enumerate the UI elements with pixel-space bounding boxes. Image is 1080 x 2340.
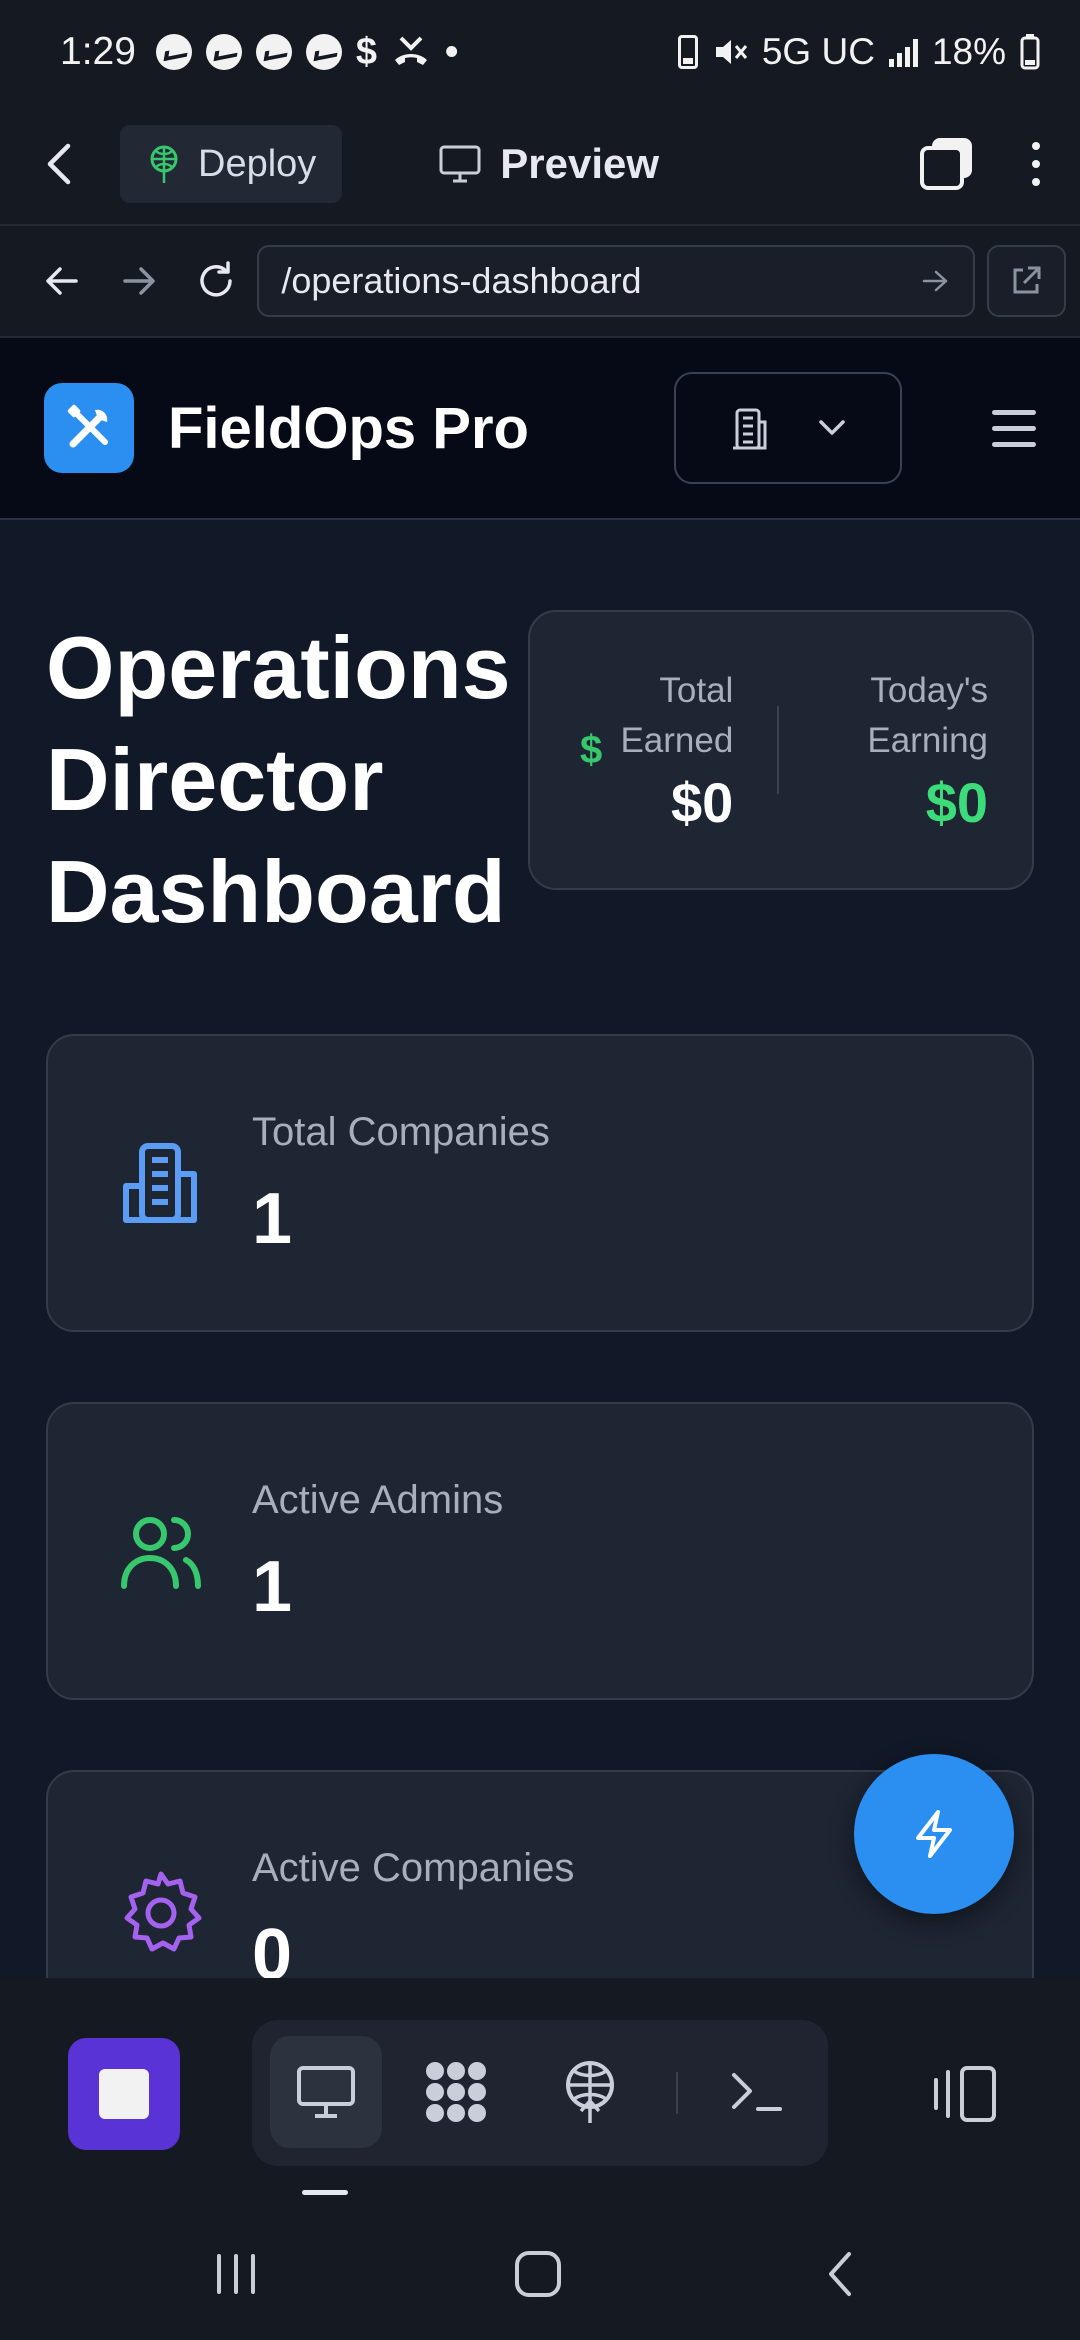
nav-back-button[interactable] xyxy=(26,245,97,317)
total-earned: Total Earned $0 xyxy=(602,666,733,835)
back-icon[interactable] xyxy=(40,140,80,188)
dock-preview-tab[interactable] xyxy=(270,2036,382,2148)
dock-extensions-tab[interactable] xyxy=(400,2036,512,2148)
notification-dot-icon: • xyxy=(445,30,459,73)
go-arrow-icon[interactable] xyxy=(921,268,951,294)
signal-icon xyxy=(888,37,918,67)
app-name: FieldOps Pro xyxy=(168,395,529,461)
more-options-icon[interactable] xyxy=(1032,142,1040,186)
url-field[interactable]: /operations-dashboard xyxy=(257,245,975,317)
messenger-icon xyxy=(255,34,292,70)
nav-forward-button[interactable] xyxy=(103,245,174,317)
stat-label: Active Companies xyxy=(252,1846,575,1890)
messenger-icon xyxy=(155,34,192,70)
browser-toolbar: Deploy Preview xyxy=(0,104,1080,224)
bottom-dock xyxy=(0,1978,1080,2198)
divider xyxy=(777,706,779,794)
messenger-icon xyxy=(205,34,242,70)
todays-earning-value: $0 xyxy=(925,770,988,834)
total-earned-label: Total Earned xyxy=(620,670,734,760)
app-header: FieldOps Pro xyxy=(0,338,1080,520)
dollar-icon: $ xyxy=(355,30,378,73)
todays-earning: Today's Earning $0 xyxy=(823,666,988,835)
stat-value: 1 xyxy=(252,1547,293,1627)
battery-icon xyxy=(1020,34,1040,70)
stop-icon xyxy=(99,2069,149,2119)
url-bar-row: /operations-dashboard xyxy=(0,224,1080,338)
terminal-icon xyxy=(732,2073,782,2111)
mute-icon xyxy=(715,40,748,64)
dock-tabs xyxy=(252,2020,828,2166)
system-nav-bar xyxy=(0,2198,1080,2340)
app-logo[interactable] xyxy=(44,383,134,473)
deploy-icon xyxy=(566,2061,614,2123)
stat-card-active-admins[interactable]: Active Admins 1 xyxy=(46,1402,1034,1700)
stop-button[interactable] xyxy=(68,2038,180,2150)
arrow-left-icon xyxy=(45,267,78,295)
company-selector[interactable] xyxy=(674,372,902,484)
page-title: Operations Director Dashboard xyxy=(46,618,511,941)
dollar-icon: $ xyxy=(580,727,603,772)
reload-button[interactable] xyxy=(180,245,251,317)
panel-toggle-icon xyxy=(934,2066,996,2122)
home-button[interactable] xyxy=(498,2234,578,2314)
stat-value: 1 xyxy=(252,1179,293,1259)
active-tab-indicator xyxy=(302,2190,348,2195)
gear-icon xyxy=(124,1871,202,1952)
earnings-card: $ Total Earned $0 Today's Earning $0 xyxy=(528,610,1034,890)
status-left: 1:29 $ • xyxy=(60,30,458,74)
building-icon xyxy=(123,1143,197,1223)
messenger-icon xyxy=(305,34,342,70)
network-label: 5G UC xyxy=(761,31,875,72)
stat-label: Active Admins xyxy=(252,1478,504,1522)
missed-call-icon xyxy=(395,36,428,65)
reload-icon xyxy=(200,261,232,297)
dock-separator xyxy=(676,2072,678,2114)
recent-apps-button[interactable] xyxy=(196,2234,276,2314)
battery-percent: 18% xyxy=(931,31,1006,72)
system-back-button[interactable] xyxy=(800,2234,880,2314)
deploy-icon xyxy=(150,145,178,183)
dock-deploy-tab[interactable] xyxy=(534,2036,646,2148)
panel-toggle-button[interactable] xyxy=(920,2042,1010,2146)
status-right: 5G UC 18% xyxy=(677,31,1040,73)
monitor-icon xyxy=(439,145,481,183)
back-icon xyxy=(829,2252,851,2296)
external-link-icon xyxy=(1013,266,1041,294)
arrow-right-icon xyxy=(122,267,155,295)
recent-apps-icon xyxy=(217,2254,255,2294)
quick-action-button[interactable] xyxy=(854,1754,1014,1914)
total-earned-value: $0 xyxy=(671,770,734,834)
home-icon xyxy=(515,2251,561,2297)
building-icon xyxy=(733,408,767,450)
stat-label: Total Companies xyxy=(252,1110,550,1154)
deploy-button[interactable]: Deploy xyxy=(120,125,343,203)
battery-saver-icon xyxy=(677,35,698,69)
preview-label: Preview xyxy=(500,140,660,187)
screen: 1:29 $ • 5G UC 18% Deploy Preview /opera… xyxy=(0,0,1080,2340)
menu-icon[interactable] xyxy=(992,409,1036,447)
stat-value: 0 xyxy=(252,1915,293,1978)
extensions-icon xyxy=(426,2062,486,2122)
stat-card-total-companies[interactable]: Total Companies 1 xyxy=(46,1034,1034,1332)
open-external-button[interactable] xyxy=(986,245,1066,317)
deploy-label: Deploy xyxy=(198,142,317,185)
lightning-icon xyxy=(916,1810,952,1858)
toolbar-actions xyxy=(920,138,1040,190)
status-bar: 1:29 $ • 5G UC 18% xyxy=(0,0,1080,104)
chevron-down-icon xyxy=(819,420,845,435)
todays-earning-label: Today's Earning xyxy=(867,670,988,760)
status-time: 1:29 xyxy=(60,30,136,73)
dock-terminal-tab[interactable] xyxy=(700,2036,812,2148)
url-text: /operations-dashboard xyxy=(281,260,642,301)
tabs-icon[interactable] xyxy=(920,138,972,190)
tools-icon xyxy=(67,404,108,448)
users-icon xyxy=(121,1517,201,1589)
preview-icon xyxy=(297,2066,355,2118)
preview-tab[interactable]: Preview xyxy=(438,140,659,188)
